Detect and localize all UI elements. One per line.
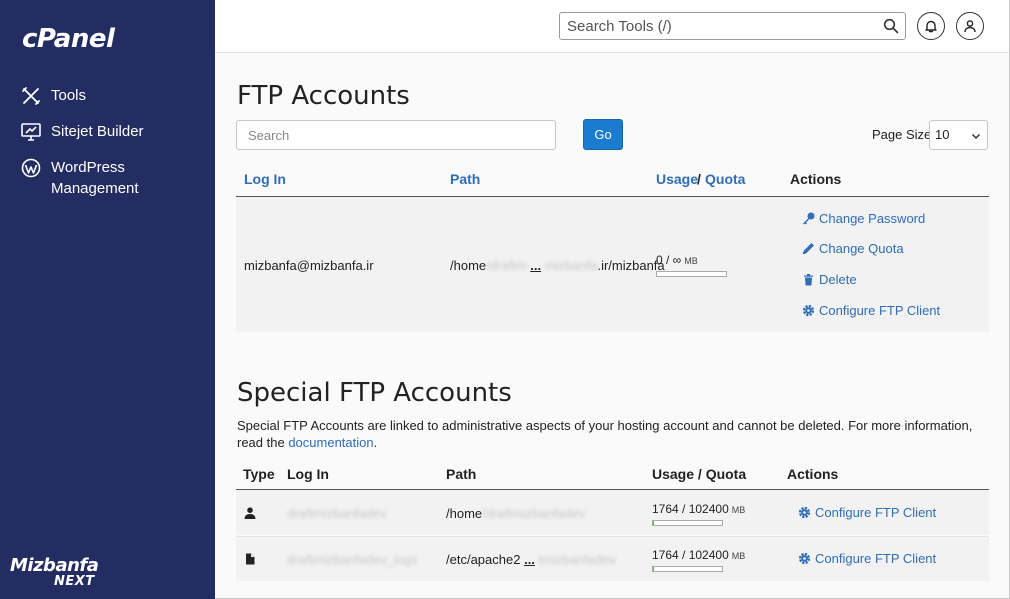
ftp-path: /home/draftm ... mizbanfa.ir/mizbanfa <box>450 258 665 273</box>
column-header-actions: Actions <box>790 171 842 187</box>
column-header-type: Type <box>243 466 275 482</box>
path-ellipsis[interactable]: ... <box>530 258 541 273</box>
trash-icon <box>804 274 813 286</box>
go-button[interactable]: Go <box>583 119 623 150</box>
usage-bar-fill <box>653 521 655 525</box>
search-tools-input[interactable] <box>560 13 860 39</box>
monitor-icon <box>20 121 42 143</box>
column-header-login[interactable]: Log In <box>244 171 286 187</box>
column-header-separator: / <box>697 171 701 187</box>
user-icon <box>964 20 976 33</box>
mizbanfa-brand-logo: Mizbanfa NEXT <box>10 555 99 589</box>
column-header-usage-quota: Usage / Quota <box>652 466 747 482</box>
usage-bar <box>656 271 727 277</box>
main-content: FTP Accounts Go Page Size 10 Log In Path… <box>215 53 1009 598</box>
search-tools-box <box>559 12 906 40</box>
special-path: /etc/apache2 ... tmizbanfadev <box>446 552 616 567</box>
sidebar-item-wordpress-management[interactable]: WordPress Management <box>20 157 161 199</box>
key-icon <box>803 212 815 225</box>
search-icon[interactable] <box>883 18 899 34</box>
configure-ftp-client-link[interactable]: Configure FTP Client <box>802 303 940 318</box>
pencil-icon <box>803 243 814 254</box>
usage-bar <box>652 520 723 526</box>
sidebar-item-label: Sitejet Builder <box>51 123 144 140</box>
wordpress-icon <box>20 157 42 179</box>
configure-ftp-client-link[interactable]: Configure FTP Client <box>798 505 936 520</box>
sidebar-item-label: WordPress Management <box>51 159 139 197</box>
cpanel-logo[interactable]: cPanel <box>22 24 115 54</box>
page-title: FTP Accounts <box>237 81 410 111</box>
path-ellipsis[interactable]: ... <box>524 552 535 567</box>
column-header-login: Log In <box>287 466 329 482</box>
change-password-link[interactable]: Change Password <box>802 211 925 226</box>
sidebar-item-label: Tools <box>51 87 87 104</box>
ftp-login: mizbanfa@mizbanfa.ir <box>244 258 374 273</box>
tools-icon <box>20 85 42 107</box>
special-login: draftmizbanfadev_logs <box>287 552 418 567</box>
page-size-value: 10 <box>935 127 950 142</box>
change-quota-link[interactable]: Change Quota <box>802 241 904 256</box>
ftp-search-input[interactable] <box>237 121 555 149</box>
ftp-search-box <box>236 120 556 150</box>
gear-icon <box>798 552 811 565</box>
usage-bar-fill <box>653 567 655 571</box>
page-size-select[interactable]: 10 <box>929 120 988 150</box>
top-bar <box>215 0 1009 53</box>
column-header-path: Path <box>446 466 477 482</box>
sidebar: cPanel Tools Sitejet Builder WordPress M… <box>0 0 215 599</box>
special-path: /home/draftmizbanfadev <box>446 506 586 521</box>
column-header-actions: Actions <box>787 466 839 482</box>
delete-link[interactable]: Delete <box>802 272 857 287</box>
usage-bar <box>652 566 723 572</box>
bell-icon <box>925 20 937 33</box>
user-menu-button[interactable] <box>956 12 984 40</box>
user-icon <box>244 507 256 519</box>
file-icon <box>246 553 255 565</box>
chevron-down-icon <box>971 133 981 140</box>
page-size-label: Page Size <box>872 127 932 142</box>
sidebar-item-sitejet-builder[interactable]: Sitejet Builder <box>20 121 144 143</box>
sidebar-item-tools[interactable]: Tools <box>20 85 86 107</box>
special-usage: 1764 / 102400 MB <box>652 548 746 562</box>
ftp-usage: 0 / ∞ MB <box>656 253 698 267</box>
configure-ftp-client-link[interactable]: Configure FTP Client <box>798 551 936 566</box>
column-header-path[interactable]: Path <box>450 171 480 187</box>
gear-icon <box>802 304 815 317</box>
special-login: draftmizbanfadev <box>287 506 387 521</box>
special-usage: 1764 / 102400 MB <box>652 502 746 516</box>
special-description: Special FTP Accounts are linked to admin… <box>237 418 973 450</box>
gear-icon <box>798 506 811 519</box>
special-section-title: Special FTP Accounts <box>237 378 512 408</box>
documentation-link[interactable]: documentation <box>288 435 373 450</box>
column-header-usage[interactable]: Usage <box>656 171 698 187</box>
column-header-quota[interactable]: Quota <box>705 171 745 187</box>
notifications-button[interactable] <box>917 12 945 40</box>
